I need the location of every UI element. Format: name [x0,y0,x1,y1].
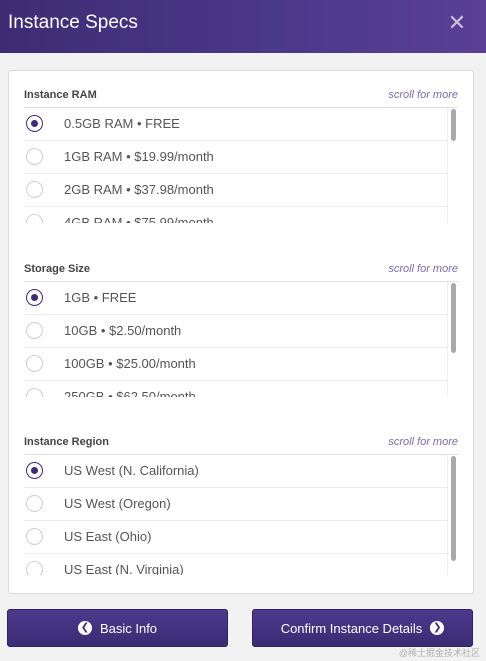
storage-option[interactable]: 100GB • $25.00/month [24,348,448,381]
scrollbar[interactable] [447,108,458,223]
scroll-hint: scroll for more [388,263,458,275]
section-header: Storage Size scroll for more [24,259,458,282]
ram-options-list[interactable]: 0.5GB RAM • FREE 1GB RAM • $19.99/month … [24,108,458,223]
section-header: Instance Region scroll for more [24,432,458,455]
option-label: US West (N. California) [64,463,199,478]
ram-option[interactable]: 1GB RAM • $19.99/month [24,141,448,174]
scroll-hint: scroll for more [388,89,458,101]
scrollbar-thumb[interactable] [451,456,456,561]
scroll-hint: scroll for more [388,436,458,448]
region-options-list[interactable]: US West (N. California) US West (Oregon)… [24,455,458,575]
basic-info-button[interactable]: ❮ Basic Info [7,609,228,647]
storage-option[interactable]: 250GB • $62.50/month [24,381,448,397]
radio-button[interactable] [26,289,43,306]
storage-option[interactable]: 1GB • FREE [24,282,448,315]
option-label: 1GB • FREE [64,290,137,305]
region-option[interactable]: US East (N. Virginia) [24,554,448,575]
dialog-title: Instance Specs [8,12,138,33]
radio-button[interactable] [26,214,43,223]
storage-option[interactable]: 10GB • $2.50/month [24,315,448,348]
dialog-header: Instance Specs ✕ [0,0,486,53]
region-option[interactable]: US East (Ohio) [24,521,448,554]
option-label: US East (Ohio) [64,529,152,544]
option-label: 100GB • $25.00/month [64,356,196,371]
region-option[interactable]: US West (Oregon) [24,488,448,521]
radio-button[interactable] [26,462,43,479]
option-label: 250GB • $62.50/month [64,389,196,397]
radio-button[interactable] [26,355,43,372]
ram-option[interactable]: 2GB RAM • $37.98/month [24,174,448,207]
scrollbar[interactable] [447,455,458,575]
radio-button[interactable] [26,322,43,339]
option-label: 2GB RAM • $37.98/month [64,182,214,197]
chevron-left-circle-icon: ❮ [77,621,92,635]
option-label: US West (Oregon) [64,496,171,511]
option-label: 1GB RAM • $19.99/month [64,149,214,164]
option-label: 4GB RAM • $75.99/month [64,215,214,223]
section-title: Instance Region [24,436,109,448]
basic-info-label: Basic Info [99,620,158,636]
section-header: Instance RAM scroll for more [24,85,458,108]
section-title: Storage Size [24,263,91,275]
radio-button[interactable] [26,561,43,575]
radio-button[interactable] [26,181,43,198]
confirm-instance-details-button[interactable]: Confirm Instance Details ❯ [252,609,473,647]
close-icon[interactable]: ✕ [444,10,470,36]
radio-button[interactable] [26,388,43,397]
scrollbar-thumb[interactable] [451,283,456,353]
confirm-label: Confirm Instance Details [280,620,423,636]
radio-button[interactable] [26,148,43,165]
chevron-right-circle-icon: ❯ [430,621,445,635]
specs-panel: Instance RAM scroll for more 0.5GB RAM •… [8,70,474,594]
storage-options-list[interactable]: 1GB • FREE 10GB • $2.50/month 100GB • $2… [24,282,458,397]
option-label: US East (N. Virginia) [64,562,184,575]
region-option[interactable]: US West (N. California) [24,455,448,488]
radio-button[interactable] [26,495,43,512]
option-label: 10GB • $2.50/month [64,323,182,338]
radio-button[interactable] [26,115,43,132]
radio-button[interactable] [26,528,43,545]
section-title: Instance RAM [24,89,97,101]
scrollbar-thumb[interactable] [451,109,456,141]
ram-option[interactable]: 4GB RAM • $75.99/month [24,207,448,223]
watermark-text: @稀土掘金技术社区 [398,648,480,658]
option-label: 0.5GB RAM • FREE [64,116,180,131]
scrollbar[interactable] [447,282,458,397]
ram-option[interactable]: 0.5GB RAM • FREE [24,108,448,141]
